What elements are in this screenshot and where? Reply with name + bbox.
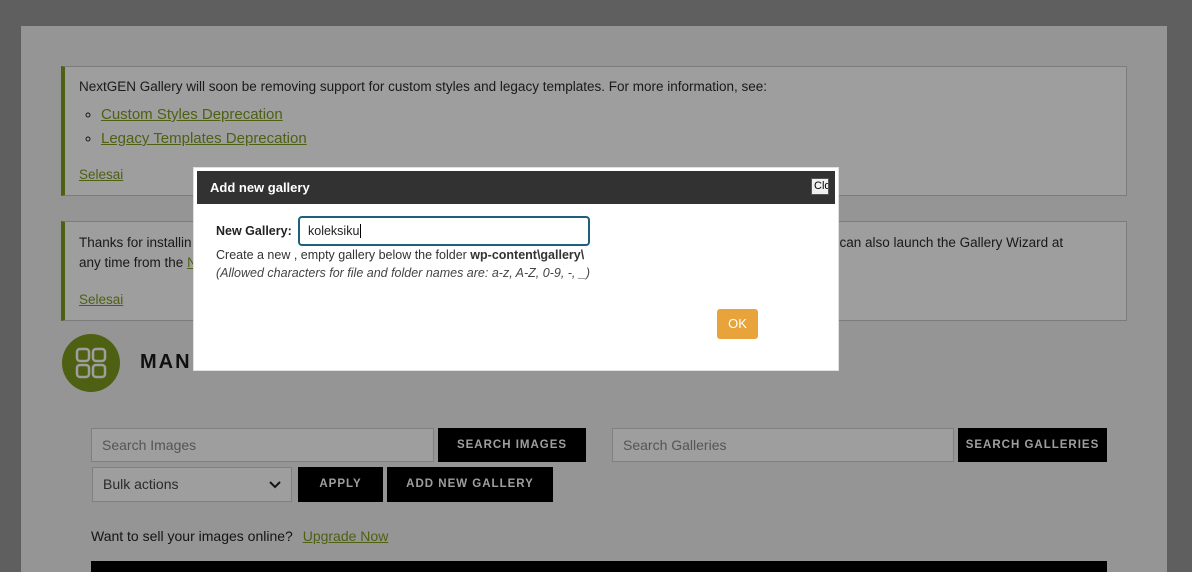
new-gallery-label: New Gallery: bbox=[216, 224, 292, 238]
allowed-characters-text: (Allowed characters for file and folder … bbox=[216, 266, 590, 280]
dialog-header: Add new gallery bbox=[197, 171, 835, 204]
new-gallery-input-value: koleksiku bbox=[308, 224, 360, 238]
folder-help-text: Create a new , empty gallery below the f… bbox=[216, 248, 585, 262]
close-button[interactable]: Close bbox=[811, 178, 829, 195]
new-gallery-input[interactable]: koleksiku bbox=[298, 216, 590, 246]
dialog-title: Add new gallery bbox=[210, 180, 310, 195]
folder-path: wp-content\gallery\ bbox=[470, 248, 585, 262]
ok-button[interactable]: OK bbox=[717, 309, 758, 339]
add-gallery-dialog: Add new gallery Close New Gallery: kolek… bbox=[193, 167, 839, 371]
